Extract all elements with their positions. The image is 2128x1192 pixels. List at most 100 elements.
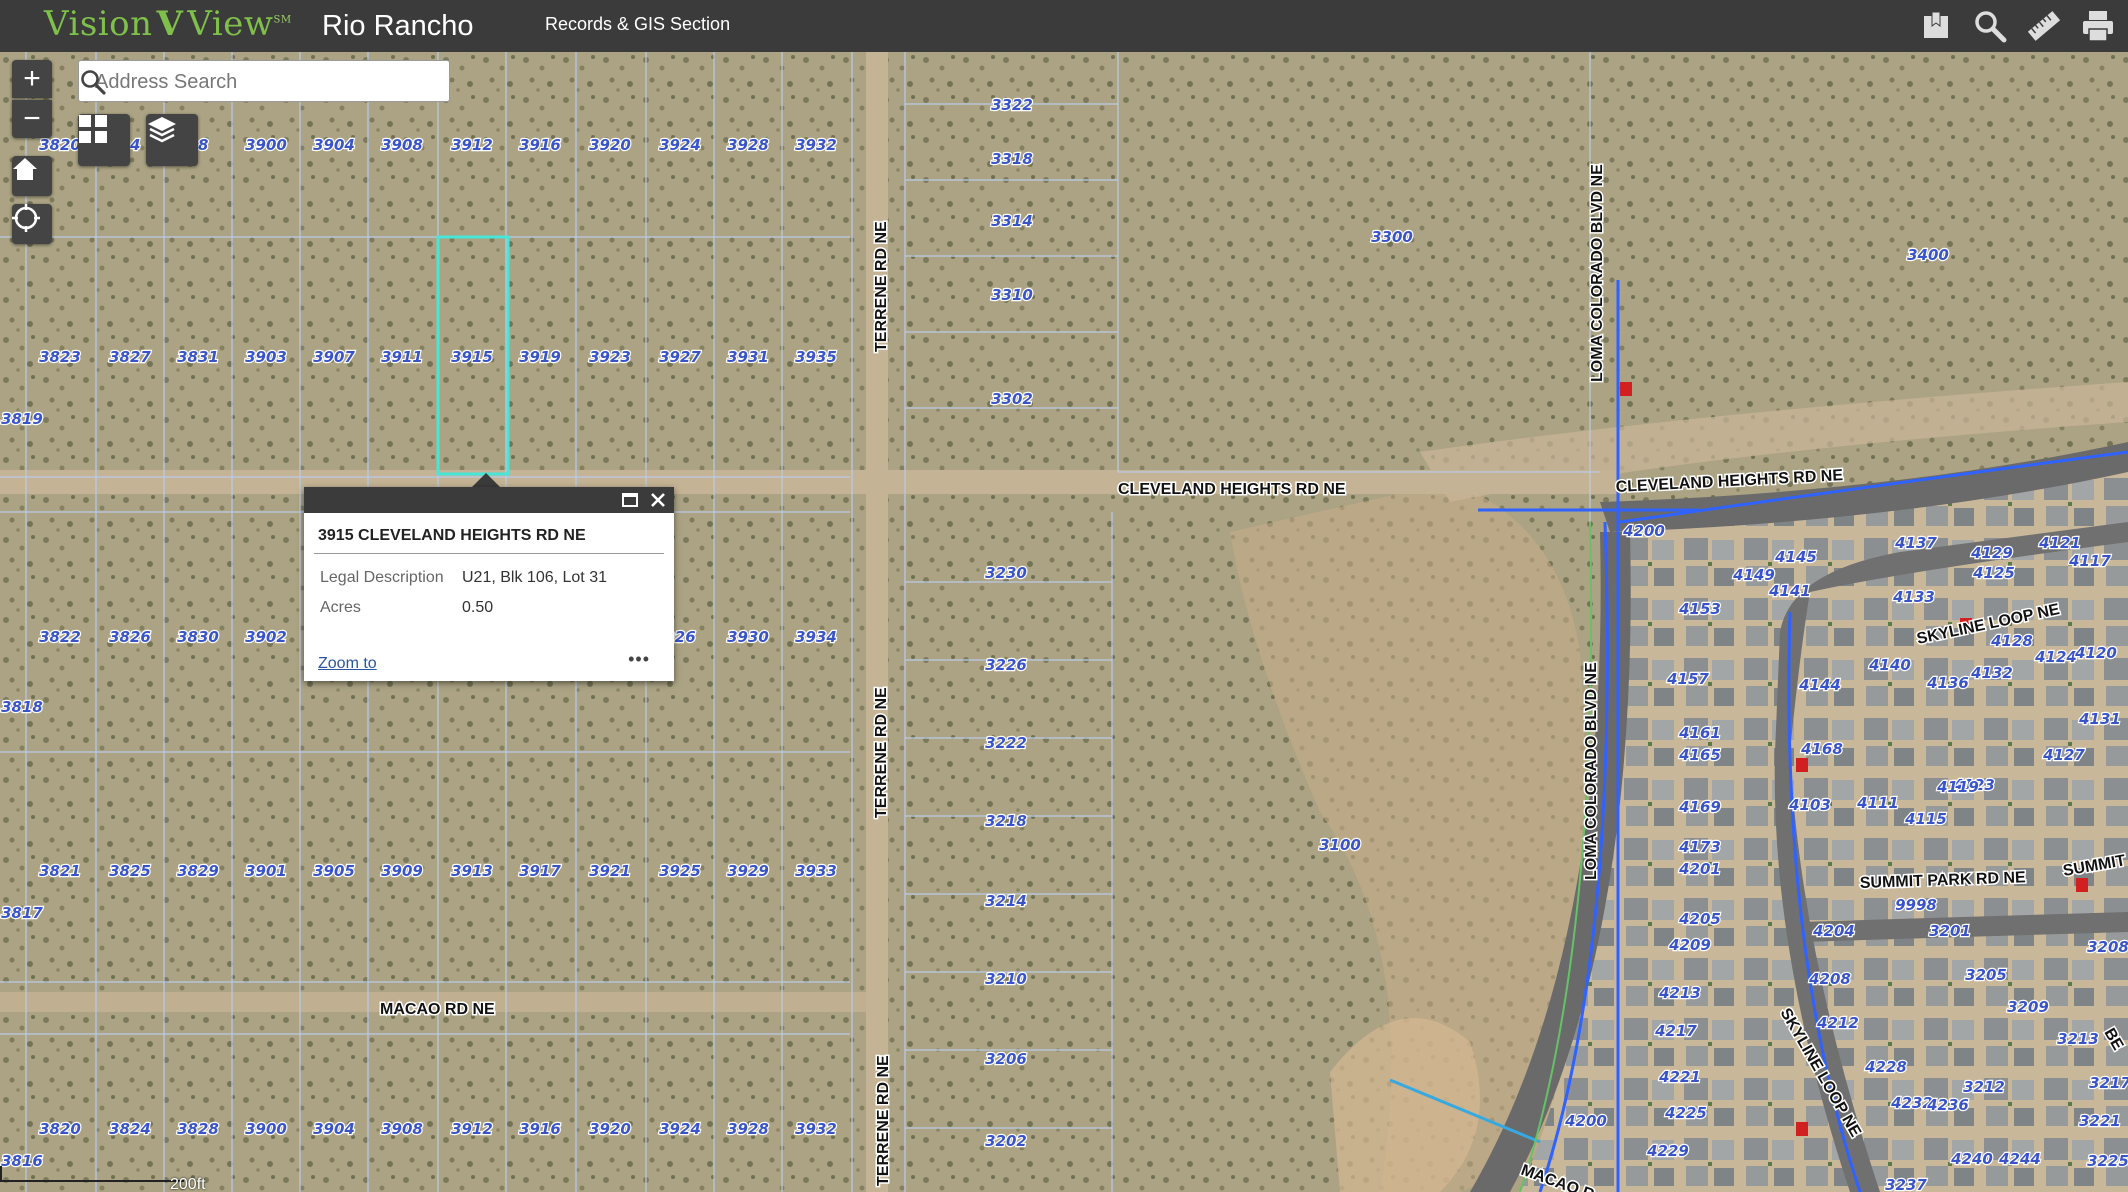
parcel-number: 3932 [795, 136, 837, 154]
parcel-number: 4127 [2042, 746, 2085, 764]
parcel-number: 3300 [1371, 228, 1413, 246]
parcel-number: 3212 [1963, 1078, 2005, 1096]
parcel-number: 4204 [1812, 922, 1855, 940]
vision-view-logo[interactable]: Vision V ViewSM [44, 4, 292, 44]
home-button[interactable] [12, 156, 52, 196]
popup-pointer [472, 473, 500, 487]
parcel-number: 3911 [381, 348, 423, 366]
parcel-number: 3400 [1907, 246, 1949, 264]
parcel-number: 3908 [381, 136, 423, 154]
parcel-number: 4201 [1678, 860, 1721, 878]
parcel-number: 3900 [245, 136, 287, 154]
parcel-number: 4103 [1788, 796, 1831, 814]
parcel-number: 3912 [451, 136, 493, 154]
street-label-terrene: TERRENE RD NE [873, 221, 890, 352]
parcel-number: 3230 [985, 564, 1027, 582]
app-header: Vision V ViewSM Rio Rancho Records & GIS S… [0, 0, 2128, 52]
parcel-number: 4228 [1864, 1058, 1907, 1076]
print-icon[interactable] [2080, 8, 2116, 44]
parcel-number: 3819 [1, 410, 43, 428]
parcel-number: 3924 [659, 1120, 701, 1138]
scale-bar: 200ft [0, 1166, 206, 1192]
street-label-terrene: TERRENE RD NE [875, 1055, 892, 1186]
parcel-number: 9998 [1895, 896, 1937, 914]
parcel-number: 3817 [1, 904, 43, 922]
parcel-number: 4119 [1936, 778, 1979, 796]
parcel-number: 3919 [519, 348, 561, 366]
parcel-number: 3827 [109, 348, 151, 366]
parcel-number: 3221 [2079, 1112, 2121, 1130]
parcel-number: 3935 [795, 348, 837, 366]
parcel-number: 3831 [177, 348, 219, 366]
parcel-number: 3208 [2087, 938, 2128, 956]
parcel-number: 4131 [2078, 710, 2121, 728]
parcel-number: 3206 [985, 1050, 1027, 1068]
parcel-number: 3210 [985, 970, 1027, 988]
parcel-number: 3934 [795, 628, 837, 646]
parcel-number: 3920 [589, 1120, 631, 1138]
parcel-number: 4169 [1678, 798, 1721, 816]
field-value-legal-description: U21, Blk 106, Lot 31 [462, 569, 607, 586]
locate-button[interactable] [12, 204, 52, 244]
parcel-number: 4115 [1904, 810, 1947, 828]
parcel-number: 4117 [2068, 552, 2111, 570]
parcel-number: 3830 [177, 628, 219, 646]
parcel-number: 3823 [39, 348, 81, 366]
parcel-number: 3828 [177, 1120, 219, 1138]
parcel-number: 4125 [1972, 564, 2015, 582]
parcel-number: 3314 [991, 212, 1033, 230]
parcel-number: 3202 [985, 1132, 1027, 1150]
search-icon[interactable] [79, 68, 107, 96]
maximize-icon[interactable] [622, 493, 638, 507]
parcel-number: 3900 [245, 1120, 287, 1138]
parcel-number: 4133 [1892, 588, 1935, 606]
locate-icon [12, 204, 40, 232]
parcel-number: 4229 [1646, 1142, 1689, 1160]
section-title: Records & GIS Section [545, 14, 731, 34]
parcel-number: 3916 [519, 136, 561, 154]
close-icon[interactable] [650, 492, 666, 508]
parcel-number: 4157 [1666, 670, 1709, 688]
bookmark-icon[interactable] [1918, 8, 1954, 44]
zoom-out-button[interactable]: − [12, 100, 52, 138]
street-label-terrene: TERRENE RD NE [873, 687, 890, 818]
zoom-in-button[interactable]: + [12, 60, 52, 98]
parcel-number: 3905 [313, 862, 355, 880]
street-label-cleveland-heights: CLEVELAND HEIGHTS RD NE [1118, 481, 1346, 498]
parcel-number: 3214 [985, 892, 1027, 910]
basemap-gallery-button[interactable] [78, 114, 130, 166]
address-search-input[interactable] [93, 70, 397, 95]
grid-icon [79, 115, 107, 143]
parcel-number: 3903 [245, 348, 287, 366]
parcel-number: 3924 [659, 136, 701, 154]
home-icon [13, 158, 37, 180]
parcel-number: 3217 [2089, 1074, 2128, 1092]
parcel-number: 3213 [2057, 1030, 2099, 1048]
parcel-number: 4111 [1856, 794, 1899, 812]
parcel-number: 4124 [2034, 648, 2077, 666]
parcel-number: 3913 [451, 862, 493, 880]
layer-list-button[interactable] [146, 114, 198, 166]
address-search-box [78, 60, 450, 102]
parcel-number: 4200 [1564, 1112, 1607, 1130]
parcel-number: 4208 [1808, 970, 1851, 988]
parcel-number: 4153 [1678, 600, 1721, 618]
layers-icon [148, 117, 176, 143]
zoom-to-link[interactable]: Zoom to [318, 655, 377, 673]
parcel-number: 3205 [1965, 966, 2007, 984]
parcel-number: 4212 [1816, 1014, 1859, 1032]
search-icon[interactable] [1972, 8, 2008, 44]
parcel-number: 3302 [991, 390, 1033, 408]
parcel-number: 4161 [1678, 724, 1721, 742]
field-value-acres: 0.50 [462, 599, 494, 616]
parcel-number: 3100 [1319, 836, 1361, 854]
more-actions-button[interactable]: ••• [628, 649, 650, 670]
field-label-acres: Acres [320, 599, 361, 616]
measure-icon[interactable] [2026, 8, 2062, 44]
parcel-number: 3237 [1885, 1176, 1927, 1192]
parcel-number: 4200 [1622, 522, 1665, 540]
parcel-number: 4209 [1668, 936, 1711, 954]
parcel-number: 4136 [1926, 674, 1969, 692]
parcel-number: 3917 [519, 862, 561, 880]
parcel-number: 3218 [985, 812, 1027, 830]
